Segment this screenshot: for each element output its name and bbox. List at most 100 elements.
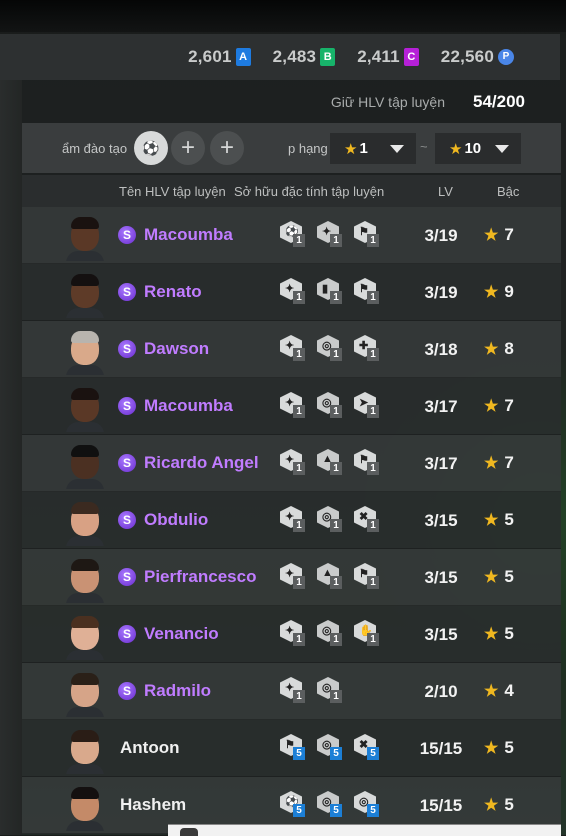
training-trait-icon[interactable]: ▮ 1 [317, 278, 342, 304]
trait-level: 1 [293, 576, 305, 589]
training-trait-icon[interactable]: ✦ 1 [280, 278, 305, 304]
column-level[interactable]: LV [438, 184, 453, 199]
training-trait-icon[interactable]: ◎ 1 [317, 506, 342, 532]
coach-name: Obdulio [144, 510, 209, 529]
rank-from-value: 1 [359, 140, 368, 157]
table-row[interactable]: S Ricardo Angel ✦ 1 ▲ 1 ⚑ 1 3/17 ★ 7 [22, 435, 561, 492]
table-row[interactable]: S Radmilo ✦ 1 ◎ 1 2/10 ★ 4 [22, 663, 561, 720]
rank-to-value: 10 [464, 140, 482, 157]
table-row[interactable]: S Obdulio ✦ 1 ◎ 1 ✖ 1 3/15 ★ 5 [22, 492, 561, 549]
trait-glyph-icon: ▮ [322, 283, 329, 295]
training-trait-icon[interactable]: ◎ 5 [317, 734, 342, 760]
rank-from-select[interactable]: ★ 1 [330, 133, 416, 164]
plus-icon: + [219, 134, 234, 161]
coach-rank-value: 5 [504, 738, 514, 757]
training-trait-icon[interactable]: ➤ 1 [354, 392, 379, 418]
training-trait-icon[interactable]: ✦ 1 [317, 221, 342, 247]
trait-level: 5 [367, 804, 379, 817]
coach-rank-value: 7 [504, 225, 514, 244]
avatar [66, 555, 104, 603]
training-trait-filter-icon[interactable]: ⚽ [134, 131, 168, 165]
star-icon: ★ [484, 569, 499, 586]
training-trait-icon[interactable]: ◎ 1 [317, 677, 342, 703]
training-trait-icon[interactable]: ✖ 1 [354, 506, 379, 532]
coach-level: 3/18 [424, 340, 458, 359]
coach-count-label: Giữ HLV tập luyện [330, 94, 445, 110]
coach-rank-value: 8 [504, 339, 514, 358]
coach-name: Hashem [120, 795, 187, 814]
training-trait-icon[interactable]: ✦ 1 [280, 620, 305, 646]
table-row[interactable]: S Macoumba ⚽ 1 ✦ 1 ⚑ 1 3/19 ★ 7 [22, 207, 561, 264]
training-trait-icon[interactable]: ◎ 1 [317, 620, 342, 646]
trait-level: 1 [330, 234, 342, 247]
training-trait-icon[interactable]: ◎ 1 [317, 335, 342, 361]
avatar [66, 783, 104, 831]
trait-level: 1 [330, 633, 342, 646]
coach-level: 3/17 [424, 454, 458, 473]
training-trait-icon[interactable]: ⚽ 1 [280, 221, 305, 247]
coach-rank: ★ 7 [484, 225, 514, 245]
special-grade-badge: S [118, 511, 136, 529]
coach-name: Renato [144, 282, 202, 301]
table-row[interactable]: S Renato ✦ 1 ▮ 1 ⚑ 1 3/19 ★ 9 [22, 264, 561, 321]
table-row[interactable]: S Venancio ✦ 1 ◎ 1 ✋ 1 3/15 ★ 5 [22, 606, 561, 663]
add-trait-filter-button-2[interactable]: + [210, 131, 244, 165]
coach-name: Macoumba [144, 225, 233, 244]
training-trait-icon[interactable]: ✦ 1 [280, 506, 305, 532]
column-rank[interactable]: Bậc [497, 184, 519, 199]
trait-level: 1 [293, 348, 305, 361]
training-trait-icon[interactable]: ✦ 1 [280, 335, 305, 361]
training-trait-icon[interactable]: ✦ 1 [280, 392, 305, 418]
currency-bar: 2,601 A 2,483 B 2,411 C 22,560 P [0, 34, 560, 80]
star-icon: ★ [484, 797, 499, 814]
training-trait-icon[interactable]: ⚑ 1 [354, 221, 379, 247]
coach-rank: ★ 5 [484, 738, 514, 758]
table-row[interactable]: S Pierfrancesco ✦ 1 ▲ 1 ⚑ 1 3/15 ★ 5 [22, 549, 561, 606]
special-grade-badge: S [118, 340, 136, 358]
training-trait-icon[interactable]: ⚑ 1 [354, 563, 379, 589]
column-header: Tên HLV tập luyện Sở hữu đặc tính tập lu… [22, 175, 561, 207]
star-icon: ★ [449, 140, 463, 158]
avatar [66, 213, 104, 261]
training-trait-icon[interactable]: ▲ 1 [317, 563, 342, 589]
coach-name: Pierfrancesco [144, 567, 257, 586]
training-trait-icon[interactable]: ⚑ 1 [354, 449, 379, 475]
star-icon: ★ [344, 140, 358, 158]
training-trait-icon[interactable]: ✦ 1 [280, 677, 305, 703]
trait-level: 1 [293, 234, 305, 247]
table-row[interactable]: S Dawson ✦ 1 ◎ 1 ✚ 1 3/18 ★ 8 [22, 321, 561, 378]
training-trait-icon[interactable]: ✦ 1 [280, 449, 305, 475]
coach-level: 3/15 [424, 511, 458, 530]
currency-amount: 2,601 [188, 47, 232, 66]
training-trait-icon[interactable]: ⚑ 5 [280, 734, 305, 760]
top-strip [0, 0, 566, 32]
coach-level: 3/19 [424, 226, 458, 245]
star-icon: ★ [484, 398, 499, 415]
training-trait-icon[interactable]: ⚑ 1 [354, 278, 379, 304]
training-trait-icon[interactable]: ✚ 1 [354, 335, 379, 361]
trait-level: 1 [293, 405, 305, 418]
coach-rank: ★ 4 [484, 681, 514, 701]
coach-name: Dawson [144, 339, 210, 358]
trait-level: 1 [330, 519, 342, 532]
coach-list: S Macoumba ⚽ 1 ✦ 1 ⚑ 1 3/19 ★ 7 S Renato ✦ 1 ▮ 1 ⚑ 1 3/19 ★ 9… [22, 207, 561, 834]
training-trait-icon[interactable]: ▲ 1 [317, 449, 342, 475]
training-trait-icon[interactable]: ⚽ 5 [280, 791, 305, 817]
column-name[interactable]: Tên HLV tập luyện [119, 184, 226, 199]
coach-level: 3/15 [424, 568, 458, 587]
training-trait-icon[interactable]: ◎ 5 [317, 791, 342, 817]
training-trait-icon[interactable]: ✦ 1 [280, 563, 305, 589]
training-trait-icon[interactable]: ◎ 1 [317, 392, 342, 418]
training-trait-icon[interactable]: ✖ 5 [354, 734, 379, 760]
star-icon: ★ [484, 626, 499, 643]
rank-to-select[interactable]: ★ 10 [435, 133, 521, 164]
trait-level: 5 [330, 804, 342, 817]
add-trait-filter-button[interactable]: + [171, 131, 205, 165]
table-row[interactable]: Antoon ⚑ 5 ◎ 5 ✖ 5 15/15 ★ 5 [22, 720, 561, 777]
coach-rank: ★ 5 [484, 567, 514, 587]
trait-level: 1 [367, 633, 379, 646]
table-row[interactable]: S Macoumba ✦ 1 ◎ 1 ➤ 1 3/17 ★ 7 [22, 378, 561, 435]
training-trait-icon[interactable]: ◎ 5 [354, 791, 379, 817]
training-trait-icon[interactable]: ✋ 1 [354, 620, 379, 646]
trait-level: 1 [367, 576, 379, 589]
